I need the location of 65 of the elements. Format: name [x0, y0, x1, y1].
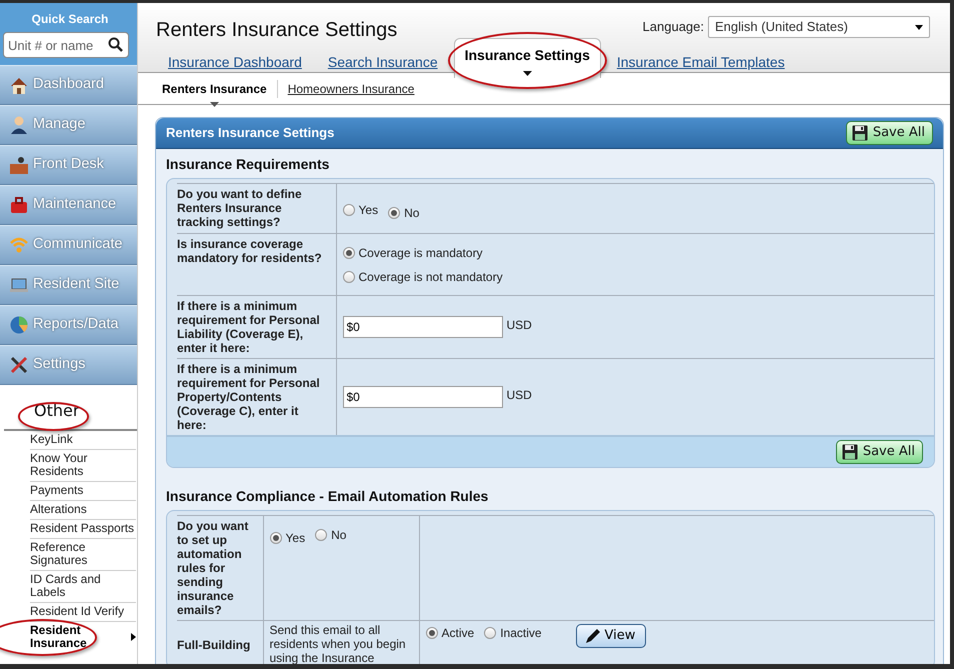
sidebar-link[interactable]: Resident Passports [30, 520, 136, 539]
section-heading: Other [33, 400, 80, 422]
sidebar-link[interactable]: Resident Id Verify [30, 603, 136, 622]
tools-icon [9, 355, 29, 375]
house-icon [9, 75, 29, 95]
question-label: Do you want to set up automation rules for sending insurance emails? [177, 516, 263, 620]
radio-option[interactable]: No [388, 204, 420, 222]
amount-field[interactable]: $0 [342, 316, 502, 338]
search-icon [108, 37, 123, 52]
radio-button[interactable] [342, 204, 354, 216]
question-label: If there is a minimum requirement for Personal Liability (Coverage E), enter it here: [177, 296, 336, 358]
nav-tab[interactable]: Insurance Settings [454, 38, 601, 78]
sidebar-link[interactable]: Alterations [30, 501, 136, 520]
radio-button[interactable] [342, 247, 354, 259]
search-title: Quick Search [30, 11, 110, 28]
wifi-icon [9, 235, 29, 255]
radio-option[interactable]: Yes [270, 529, 306, 547]
section-title: Insurance Requirements [165, 155, 330, 174]
nav-tab[interactable]: Search Insurance [318, 46, 448, 77]
rule-name: Full-Building [177, 638, 252, 652]
language-label: Language: [642, 18, 704, 36]
radio-option[interactable]: Yes [342, 201, 378, 219]
toolbox-icon [9, 195, 29, 215]
radio-option[interactable]: Coverage is not mandatory [342, 268, 928, 286]
caret-icon [523, 71, 532, 76]
radio-button[interactable] [270, 532, 282, 544]
radio-button[interactable] [426, 627, 438, 639]
page-title: Renters Insurance Settings [155, 18, 398, 43]
save-button[interactable]: Save All [846, 121, 933, 145]
sub-tab[interactable]: Homeowners Insurance [276, 80, 424, 98]
panel-title: Renters Insurance Settings [166, 124, 334, 142]
caret-icon [210, 102, 220, 106]
sidebar-link[interactable]: Resident Insurance [30, 622, 136, 653]
sidebar-link[interactable]: Reference Signatures [30, 539, 136, 571]
pointer-arrow-icon [131, 633, 136, 641]
sidebar-link[interactable]: ID Cards and Labels [30, 571, 136, 603]
caret-icon [915, 24, 923, 30]
radio-option[interactable]: Active [426, 624, 474, 642]
radio-option[interactable]: Coverage is mandatory [342, 244, 928, 262]
nav-tab[interactable]: Insurance Dashboard [158, 46, 312, 77]
nav-tab[interactable]: Insurance Email Templates [606, 46, 795, 77]
sidebar-link[interactable]: Payments [30, 482, 136, 501]
desk-icon [9, 155, 29, 175]
person-icon [9, 115, 29, 135]
radio-button[interactable] [342, 271, 354, 283]
currency-label: USD [506, 317, 532, 334]
radio-button[interactable] [388, 207, 400, 219]
amount-field[interactable]: $0 [342, 386, 502, 408]
pen-icon [584, 628, 601, 644]
pie-chart-icon [9, 315, 29, 335]
section-title: Insurance Compliance - Email Automation Rules [165, 487, 490, 506]
sub-tab[interactable]: Renters Insurance [152, 80, 277, 98]
question-label: Is insurance coverage mandatory for residents? [177, 234, 336, 296]
sidebar-link[interactable]: Know Your Residents [30, 450, 136, 482]
view-button[interactable]: View [576, 624, 646, 648]
radio-button[interactable] [484, 627, 496, 639]
radio-option[interactable]: No [315, 526, 346, 544]
radio-button[interactable] [315, 529, 328, 541]
radio-option[interactable]: Inactive [484, 624, 542, 642]
question-label: Do you want to define Renters Insurance tracking settings? [177, 184, 336, 234]
currency-label: USD [506, 387, 532, 404]
search-field[interactable]: Unit # or name [3, 32, 129, 58]
sidebar-link[interactable]: KeyLink [30, 431, 136, 450]
save-button[interactable]: Save All [836, 440, 923, 464]
language-select[interactable]: English (United States) [708, 16, 930, 38]
